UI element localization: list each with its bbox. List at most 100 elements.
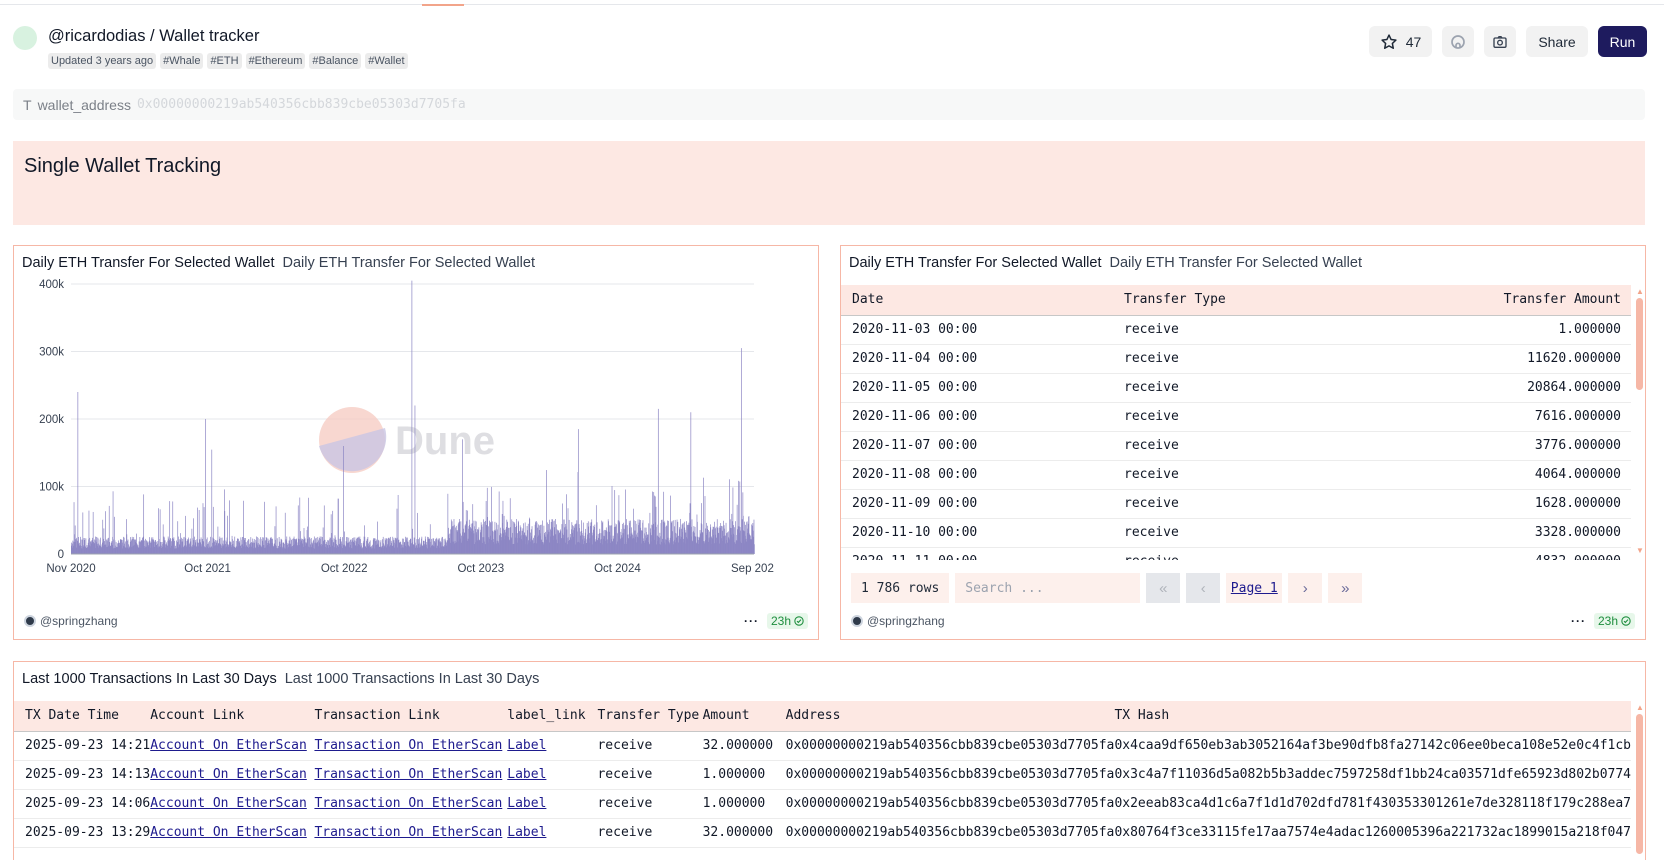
transaction-link[interactable]: Transaction On EtherScan: [314, 796, 502, 811]
chart-panel-title[interactable]: Daily ETH Transfer For Selected Wallet Da…: [22, 255, 535, 271]
tx-date-cell-cell-wrap: 2025-09-23 14:13: [14, 760, 151, 790]
tag-eth[interactable]: #ETH: [207, 53, 242, 69]
label-link[interactable]: Label: [507, 738, 546, 753]
daily-table-scrollbar[interactable]: [1634, 298, 1644, 550]
table-row[interactable]: 2020-11-10 00:00 receive 3328.000000: [841, 518, 1631, 548]
col-label-link[interactable]: label_link: [507, 701, 598, 732]
transfer-amount-cell: 11620.000000: [1424, 344, 1631, 374]
bar: [414, 405, 416, 554]
amount-cell: 32.000000: [702, 738, 774, 753]
bar: [169, 501, 171, 554]
more-options-icon[interactable]: ···: [744, 614, 759, 628]
table-row[interactable]: 2020-11-05 00:00 receive 20864.000000: [841, 373, 1631, 403]
tx-hash-cell: 0x80764f3ce33115fe17aa7574e4adac12600053…: [1114, 825, 1631, 840]
transactions-panel-title[interactable]: Last 1000 Transactions In Last 30 Days La…: [22, 671, 539, 687]
scroll-up-icon[interactable]: ▲: [1636, 703, 1644, 712]
table-row[interactable]: 2020-11-08 00:00 receive 4064.000000: [841, 460, 1631, 490]
transfer-amount-cell: 1.000000: [1424, 315, 1631, 345]
table-row[interactable]: 2020-11-11 00:00receive4832.000000: [841, 547, 1631, 560]
chart-panel-author[interactable]: @springzhang: [24, 614, 118, 628]
x-tick-label: Sep 202: [731, 563, 774, 575]
table-row[interactable]: 2020-11-07 00:00 receive 3776.000000: [841, 431, 1631, 461]
col-tx-date-time[interactable]: TX Date Time: [14, 701, 151, 732]
amount-cell-cell-wrap: 32.000000: [702, 818, 786, 848]
tag-ethereum[interactable]: #Ethereum: [245, 53, 306, 69]
transactions-scrollbar[interactable]: [1634, 714, 1644, 860]
label-link-cell-wrap: Label: [507, 789, 598, 819]
prev-page-button[interactable]: ‹: [1186, 573, 1221, 603]
col-amount[interactable]: Amount: [702, 701, 786, 732]
table-row[interactable]: 2020-11-09 00:00 receive 1628.000000: [841, 489, 1631, 519]
daily-table-scroll[interactable]: Date Transfer Type Transfer Amount 2020-…: [841, 285, 1631, 560]
transaction-link[interactable]: Transaction On EtherScan: [314, 738, 502, 753]
wallet-address-parameter[interactable]: T wallet_address 0x00000000219ab540356cb…: [13, 89, 1645, 120]
dashboard-meta: Updated 3 years ago #Whale #ETH #Ethereu…: [48, 53, 408, 69]
table-search-input[interactable]: Search ...: [955, 573, 1141, 603]
next-page-button[interactable]: ›: [1288, 573, 1323, 603]
account-link[interactable]: Account On EtherScan: [150, 738, 307, 753]
chevron-left-icon: ‹: [1200, 579, 1206, 597]
address-cell-cell-wrap: 0x00000000219ab540356cbb839cbe05303d7705…: [785, 789, 1115, 819]
account-link[interactable]: Account On EtherScan: [150, 796, 307, 811]
x-tick-label: Nov 2020: [46, 563, 95, 575]
label-link[interactable]: Label: [507, 825, 546, 840]
transactions-table-scroll[interactable]: TX Date Time Account Link Transaction Li…: [14, 701, 1631, 860]
last-page-button[interactable]: »: [1328, 573, 1363, 603]
x-tick-label: Oct 2022: [321, 563, 368, 575]
share-button[interactable]: Share: [1526, 26, 1588, 57]
col-date[interactable]: Date: [841, 285, 1124, 316]
table-row[interactable]: 2025-09-23 13:29 Account On EtherScan Tran…: [14, 818, 1631, 848]
transaction-link[interactable]: Transaction On EtherScan: [314, 825, 502, 840]
col-transaction-link[interactable]: Transaction Link: [314, 701, 508, 732]
age-text: 23h: [770, 614, 791, 628]
col-account-link[interactable]: Account Link: [150, 701, 315, 732]
scroll-up-icon[interactable]: ▲: [1636, 287, 1644, 296]
table-row[interactable]: 2025-09-23 14:06 Account On EtherScan Tran…: [14, 789, 1631, 819]
label-link[interactable]: Label: [507, 796, 546, 811]
col-address[interactable]: Address: [785, 701, 1115, 732]
scroll-down-icon[interactable]: ▼: [1636, 546, 1644, 555]
bar: [284, 512, 286, 554]
scrollbar-thumb[interactable]: [1636, 714, 1643, 854]
table-row[interactable]: 2020-11-04 00:00 receive 11620.000000: [841, 344, 1631, 374]
label-link[interactable]: Label: [507, 767, 546, 782]
double-chevron-left-icon: «: [1159, 579, 1168, 597]
more-options-icon[interactable]: ···: [1571, 614, 1586, 628]
tag-whale[interactable]: #Whale: [160, 53, 204, 69]
date-cell: 2020-11-10 00:00: [841, 518, 1124, 548]
col-transfer-type[interactable]: Transfer Type: [597, 701, 703, 732]
transfer-amount-cell: 7616.000000: [1424, 402, 1631, 432]
chart-title: Daily ETH Transfer For Selected Wallet: [22, 255, 275, 271]
tx-hash-cell-cell-wrap: 0x80764f3ce33115fe17aa7574e4adac12600053…: [1114, 818, 1631, 848]
table-row[interactable]: 2025-09-23 14:21 Account On EtherScan Tran…: [14, 731, 1631, 761]
table-row[interactable]: 2025-09-23 14:13 Account On EtherScan Tran…: [14, 760, 1631, 790]
run-button[interactable]: Run: [1598, 26, 1647, 57]
transaction-link[interactable]: Transaction On EtherScan: [314, 767, 502, 782]
address-cell-cell-wrap: 0x00000000219ab540356cbb839cbe05303d7705…: [785, 731, 1115, 761]
screenshot-button[interactable]: [1484, 26, 1516, 57]
owner-avatar[interactable]: [13, 26, 37, 50]
transfer-type-cell: receive: [1124, 518, 1424, 548]
first-page-button[interactable]: «: [1146, 573, 1181, 603]
transfer-type-cell: receive: [1124, 547, 1424, 560]
dashboard-title[interactable]: @ricardodias / Wallet tracker: [48, 27, 259, 46]
parameter-value-input[interactable]: 0x00000000219ab540356cbb839cbe05303d7705…: [137, 97, 466, 112]
account-link-cell-wrap: Account On EtherScan: [150, 818, 315, 848]
transfer-amount-cell: 3328.000000: [1424, 518, 1631, 548]
account-link[interactable]: Account On EtherScan: [150, 825, 307, 840]
daily-table-author[interactable]: @springzhang: [851, 614, 945, 628]
tag-balance[interactable]: #Balance: [309, 53, 362, 69]
col-tx-hash[interactable]: TX Hash: [1114, 701, 1631, 732]
col-transfer-type[interactable]: Transfer Type: [1124, 285, 1424, 316]
table-row[interactable]: 2020-11-06 00:00 receive 7616.000000: [841, 402, 1631, 432]
col-transfer-amount[interactable]: Transfer Amount: [1424, 285, 1631, 316]
page-indicator[interactable]: Page 1: [1226, 573, 1283, 603]
daily-table-panel-title[interactable]: Daily ETH Transfer For Selected Wallet Da…: [849, 255, 1362, 271]
scrollbar-thumb[interactable]: [1636, 298, 1643, 390]
table-row[interactable]: 2020-11-03 00:00 receive 1.000000: [841, 315, 1631, 345]
account-link[interactable]: Account On EtherScan: [150, 767, 307, 782]
star-button[interactable]: 47: [1369, 26, 1432, 57]
github-button[interactable]: [1442, 26, 1474, 57]
tag-wallet[interactable]: #Wallet: [365, 53, 408, 69]
tx-hash-cell-cell-wrap: 0x2eeab83ca4d1c6a7f1d1d702dfd781f4303533…: [1114, 789, 1631, 819]
